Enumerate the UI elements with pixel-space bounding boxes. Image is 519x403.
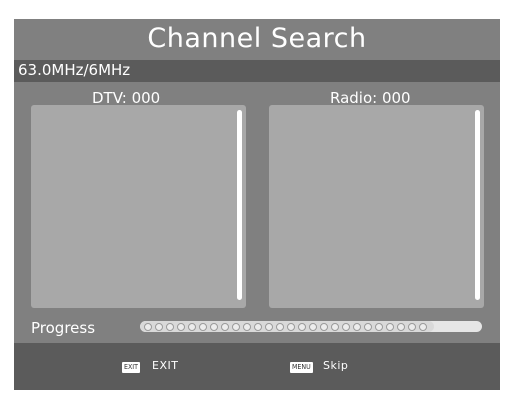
exit-key-icon[interactable]: EXIT: [122, 362, 140, 373]
progress-segment: [265, 322, 273, 331]
progress-segment: [144, 322, 152, 331]
progress-segment: [254, 322, 262, 331]
progress-segment: [243, 322, 251, 331]
progress-segment: [342, 322, 350, 331]
progress-segment: [364, 322, 372, 331]
progress-segment: [232, 322, 240, 331]
progress-label: Progress: [31, 319, 96, 337]
progress-segment: [386, 322, 394, 331]
progress-segment: [320, 322, 328, 331]
page-title: Channel Search: [147, 23, 367, 54]
frequency-bar: 63.0MHz/6MHz: [14, 60, 500, 82]
progress-segment: [276, 322, 284, 331]
progress-segment: [331, 322, 339, 331]
progress-bar: [140, 321, 482, 332]
progress-segment: [309, 322, 317, 331]
progress-segment: [353, 322, 361, 331]
progress-segment: [397, 322, 405, 331]
dtv-channel-list[interactable]: [31, 105, 246, 308]
progress-segment: [375, 322, 383, 331]
progress-segment: [419, 322, 427, 331]
progress-segment: [166, 322, 174, 331]
exit-hint-label: EXIT: [152, 359, 179, 372]
progress-segment: [177, 322, 185, 331]
progress-segment: [155, 322, 163, 331]
dtv-list-scrollbar[interactable]: [237, 110, 242, 300]
progress-segment: [287, 322, 295, 331]
progress-segment: [188, 322, 196, 331]
skip-hint-label: Skip: [323, 359, 349, 372]
channel-search-screen: Channel Search 63.0MHz/6MHz DTV: 000 Rad…: [14, 19, 500, 390]
radio-list-scrollbar[interactable]: [475, 110, 480, 300]
progress-bar-fill: [140, 321, 435, 332]
footer-bar: EXIT EXIT MENU Skip: [14, 343, 500, 390]
progress-segment: [210, 322, 218, 331]
radio-channel-list[interactable]: [269, 105, 484, 308]
menu-key-icon[interactable]: MENU: [290, 362, 313, 373]
frequency-readout: 63.0MHz/6MHz: [18, 61, 131, 79]
progress-segment: [408, 322, 416, 331]
progress-segment: [298, 322, 306, 331]
progress-segment: [221, 322, 229, 331]
progress-segment: [199, 322, 207, 331]
